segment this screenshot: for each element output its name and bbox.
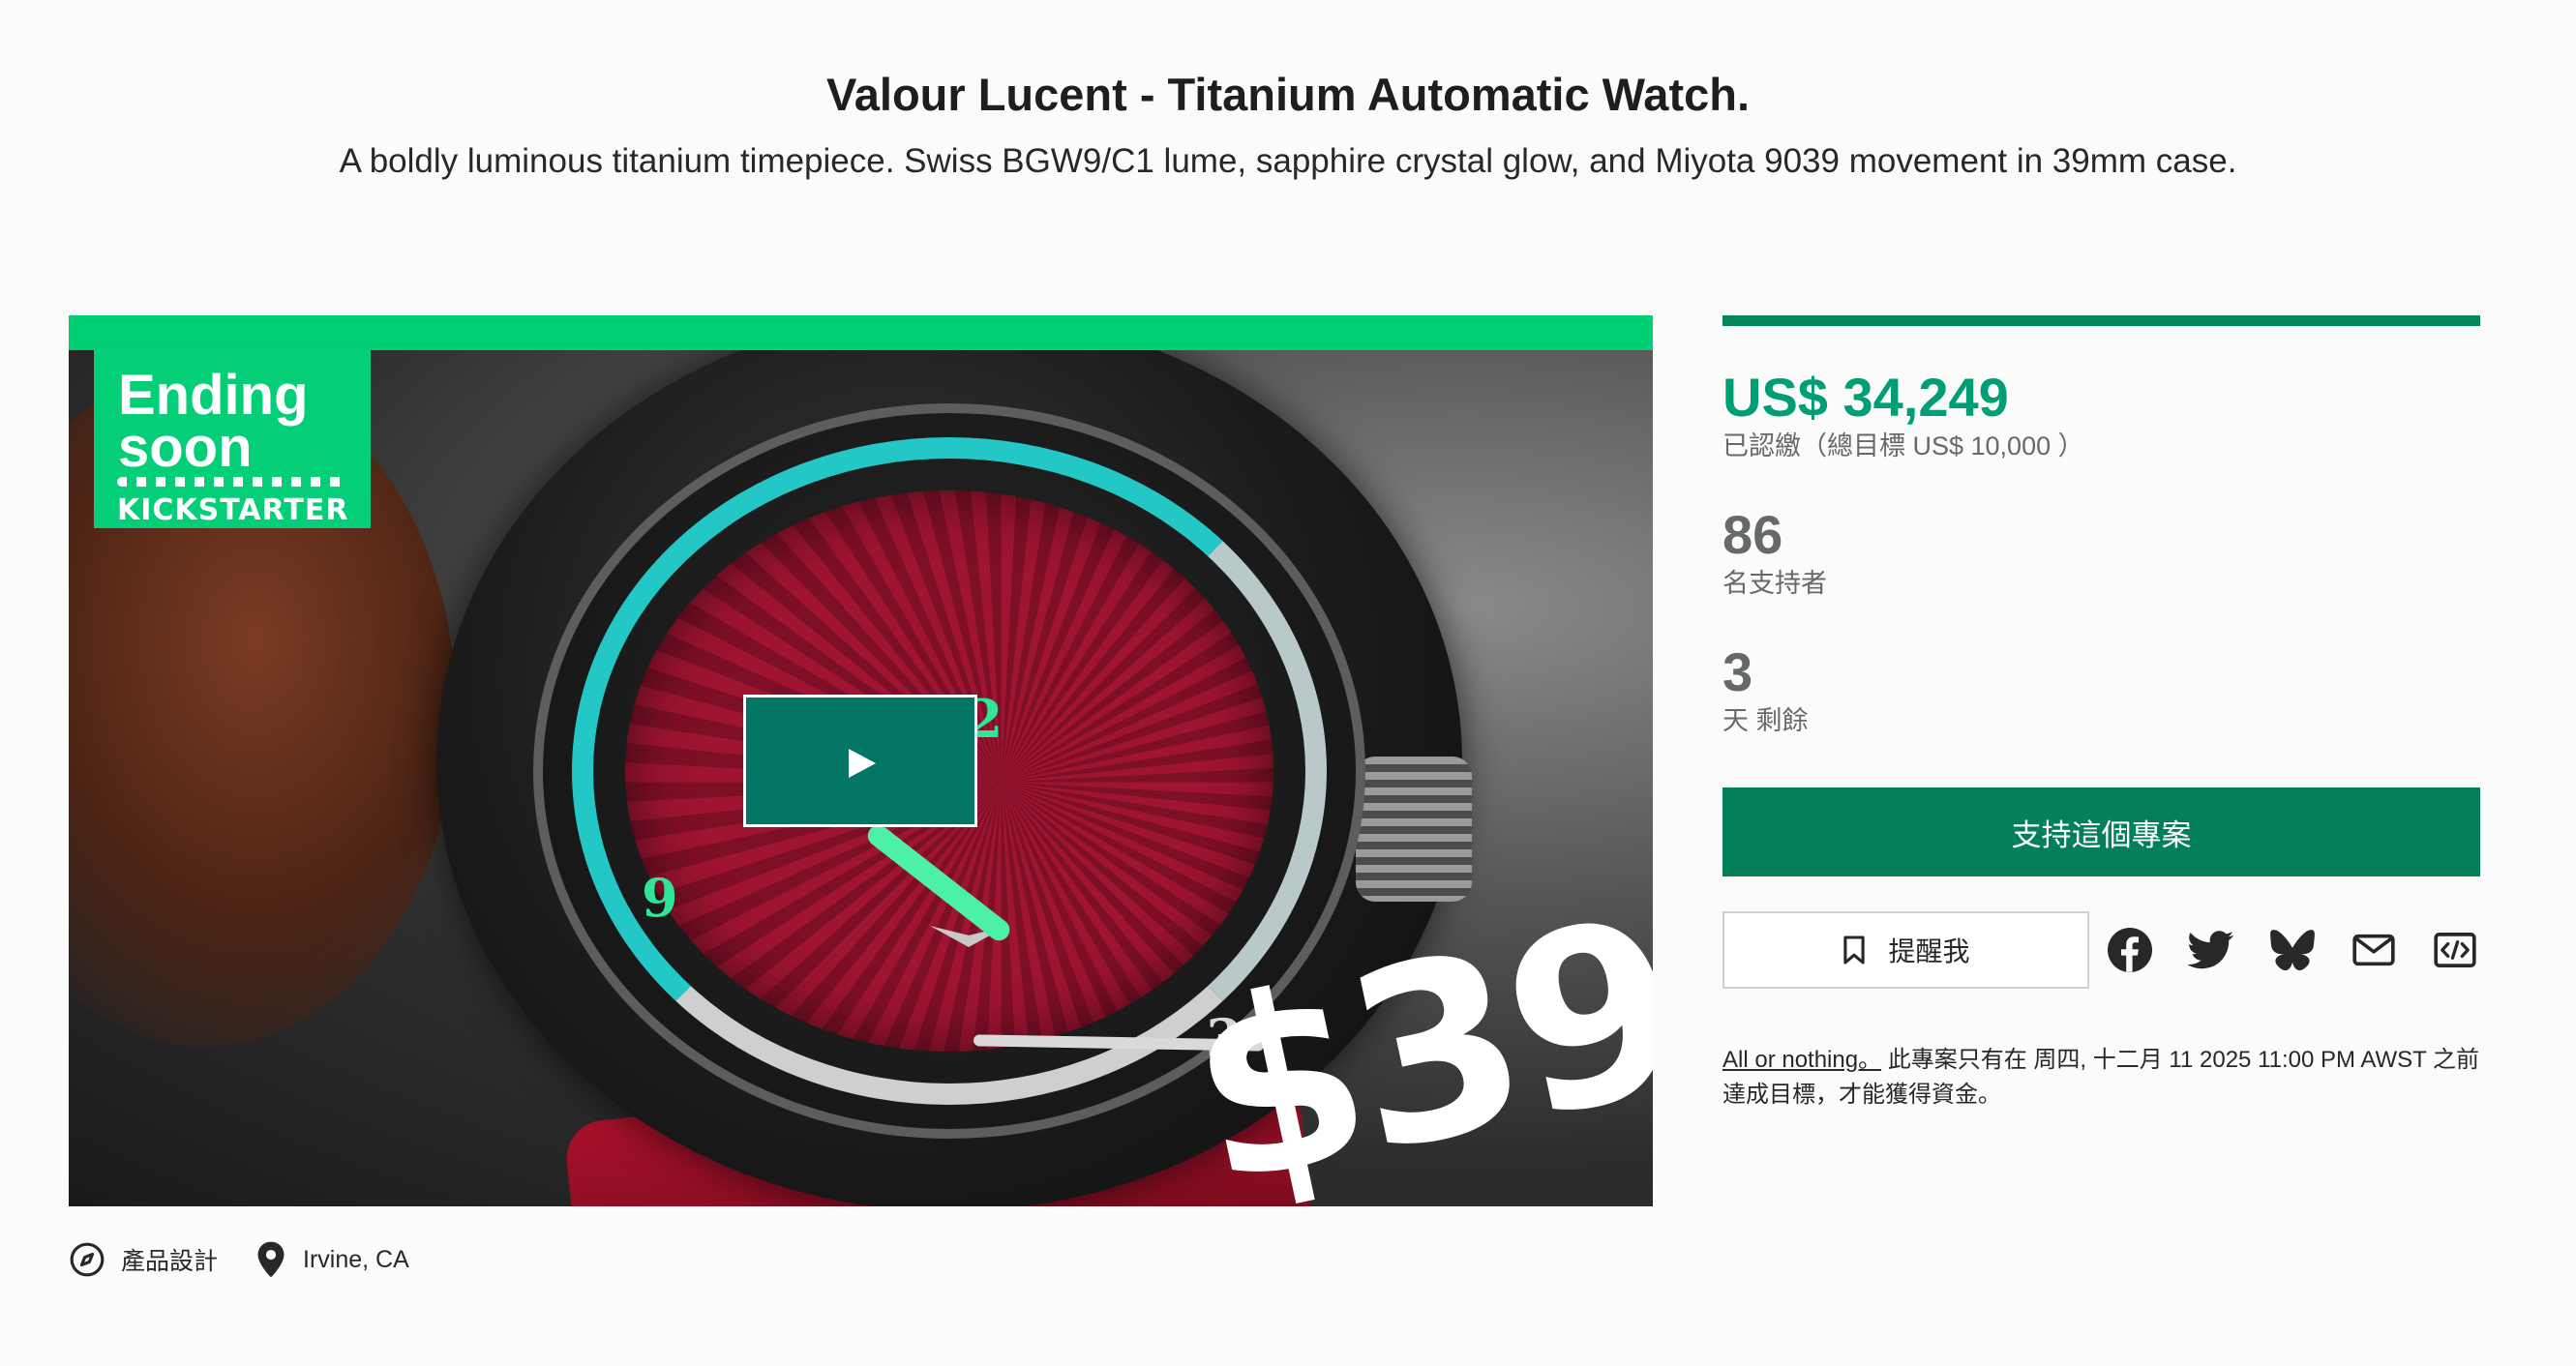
category-label: 產品設計 (121, 1248, 219, 1275)
pledged-label: 已認繳（總目標 US$ 10,000 ） (1722, 431, 2084, 460)
badge-line-1: Ending (118, 364, 309, 427)
location-label: Irvine, CA (303, 1245, 409, 1273)
map-pin-icon (257, 1241, 285, 1278)
kickstarter-logo: KICKSTARTER (117, 493, 349, 527)
share-icons (2105, 925, 2480, 975)
category-link[interactable]: 產品設計 (69, 1241, 218, 1278)
email-icon (2352, 934, 2395, 966)
funding-progress-fill (1722, 315, 2480, 326)
facebook-icon (2108, 928, 2152, 972)
backers-stat: 86 名支持者 (1722, 504, 2480, 601)
bluesky-share[interactable] (2267, 925, 2318, 975)
pledged-amount: US$ 34,249 (1722, 367, 2009, 428)
project-meta: 產品設計 Irvine, CA (69, 1240, 446, 1279)
facebook-share[interactable] (2105, 925, 2155, 975)
backers-label: 名支持者 (1722, 569, 1827, 598)
back-this-project-button[interactable]: 支持這個專案 (1722, 787, 2480, 876)
days-count: 3 (1722, 641, 1753, 702)
poster-watch-crown (1356, 757, 1472, 902)
remind-me-label: 提醒我 (1888, 936, 1970, 966)
days-label: 天 剩餘 (1722, 706, 1809, 735)
dial-numeral-9: 9 (642, 867, 678, 929)
badge-wave-divider (117, 477, 345, 487)
remind-me-button[interactable]: 提醒我 (1722, 911, 2089, 989)
twitter-icon (2188, 931, 2234, 969)
backers-count: 86 (1722, 504, 1783, 565)
ending-soon-text: Ending soon (118, 364, 309, 479)
secondary-actions: 提醒我 (1722, 911, 2480, 989)
project-title: Valour Lucent - Titanium Automatic Watch… (826, 69, 1750, 120)
bluesky-icon (2270, 930, 2315, 970)
email-share[interactable] (2349, 925, 2399, 975)
all-or-nothing-link[interactable]: All or nothing。 (1722, 1047, 1881, 1073)
project-header: Valour Lucent - Titanium Automatic Watch… (0, 68, 2576, 185)
embed-share[interactable] (2430, 925, 2480, 975)
badge-line-2: soon (118, 416, 253, 479)
funding-panel: US$ 34,249 已認繳（總目標 US$ 10,000 ） 86 名支持者 … (1722, 315, 2480, 1113)
twitter-share[interactable] (2186, 925, 2236, 975)
embed-icon (2434, 933, 2476, 967)
funding-progress-bar (1722, 315, 2480, 326)
days-stat: 3 天 剩餘 (1722, 641, 2480, 738)
funding-note: All or nothing。 此專案只有在 周四, 十二月 11 2025 1… (1722, 1043, 2480, 1113)
bookmark-icon (1843, 935, 1866, 965)
project-video[interactable]: 12 9 3 6 Ending soon KICKSTARTER $399 (69, 315, 1653, 1206)
play-video-button[interactable] (743, 695, 977, 827)
play-icon (849, 749, 876, 778)
compass-icon (70, 1242, 105, 1277)
location-link[interactable]: Irvine, CA (255, 1240, 409, 1279)
project-blurb: A boldly luminous titanium timepiece. Sw… (339, 142, 2237, 180)
ending-soon-badge: Ending soon KICKSTARTER (94, 348, 371, 528)
